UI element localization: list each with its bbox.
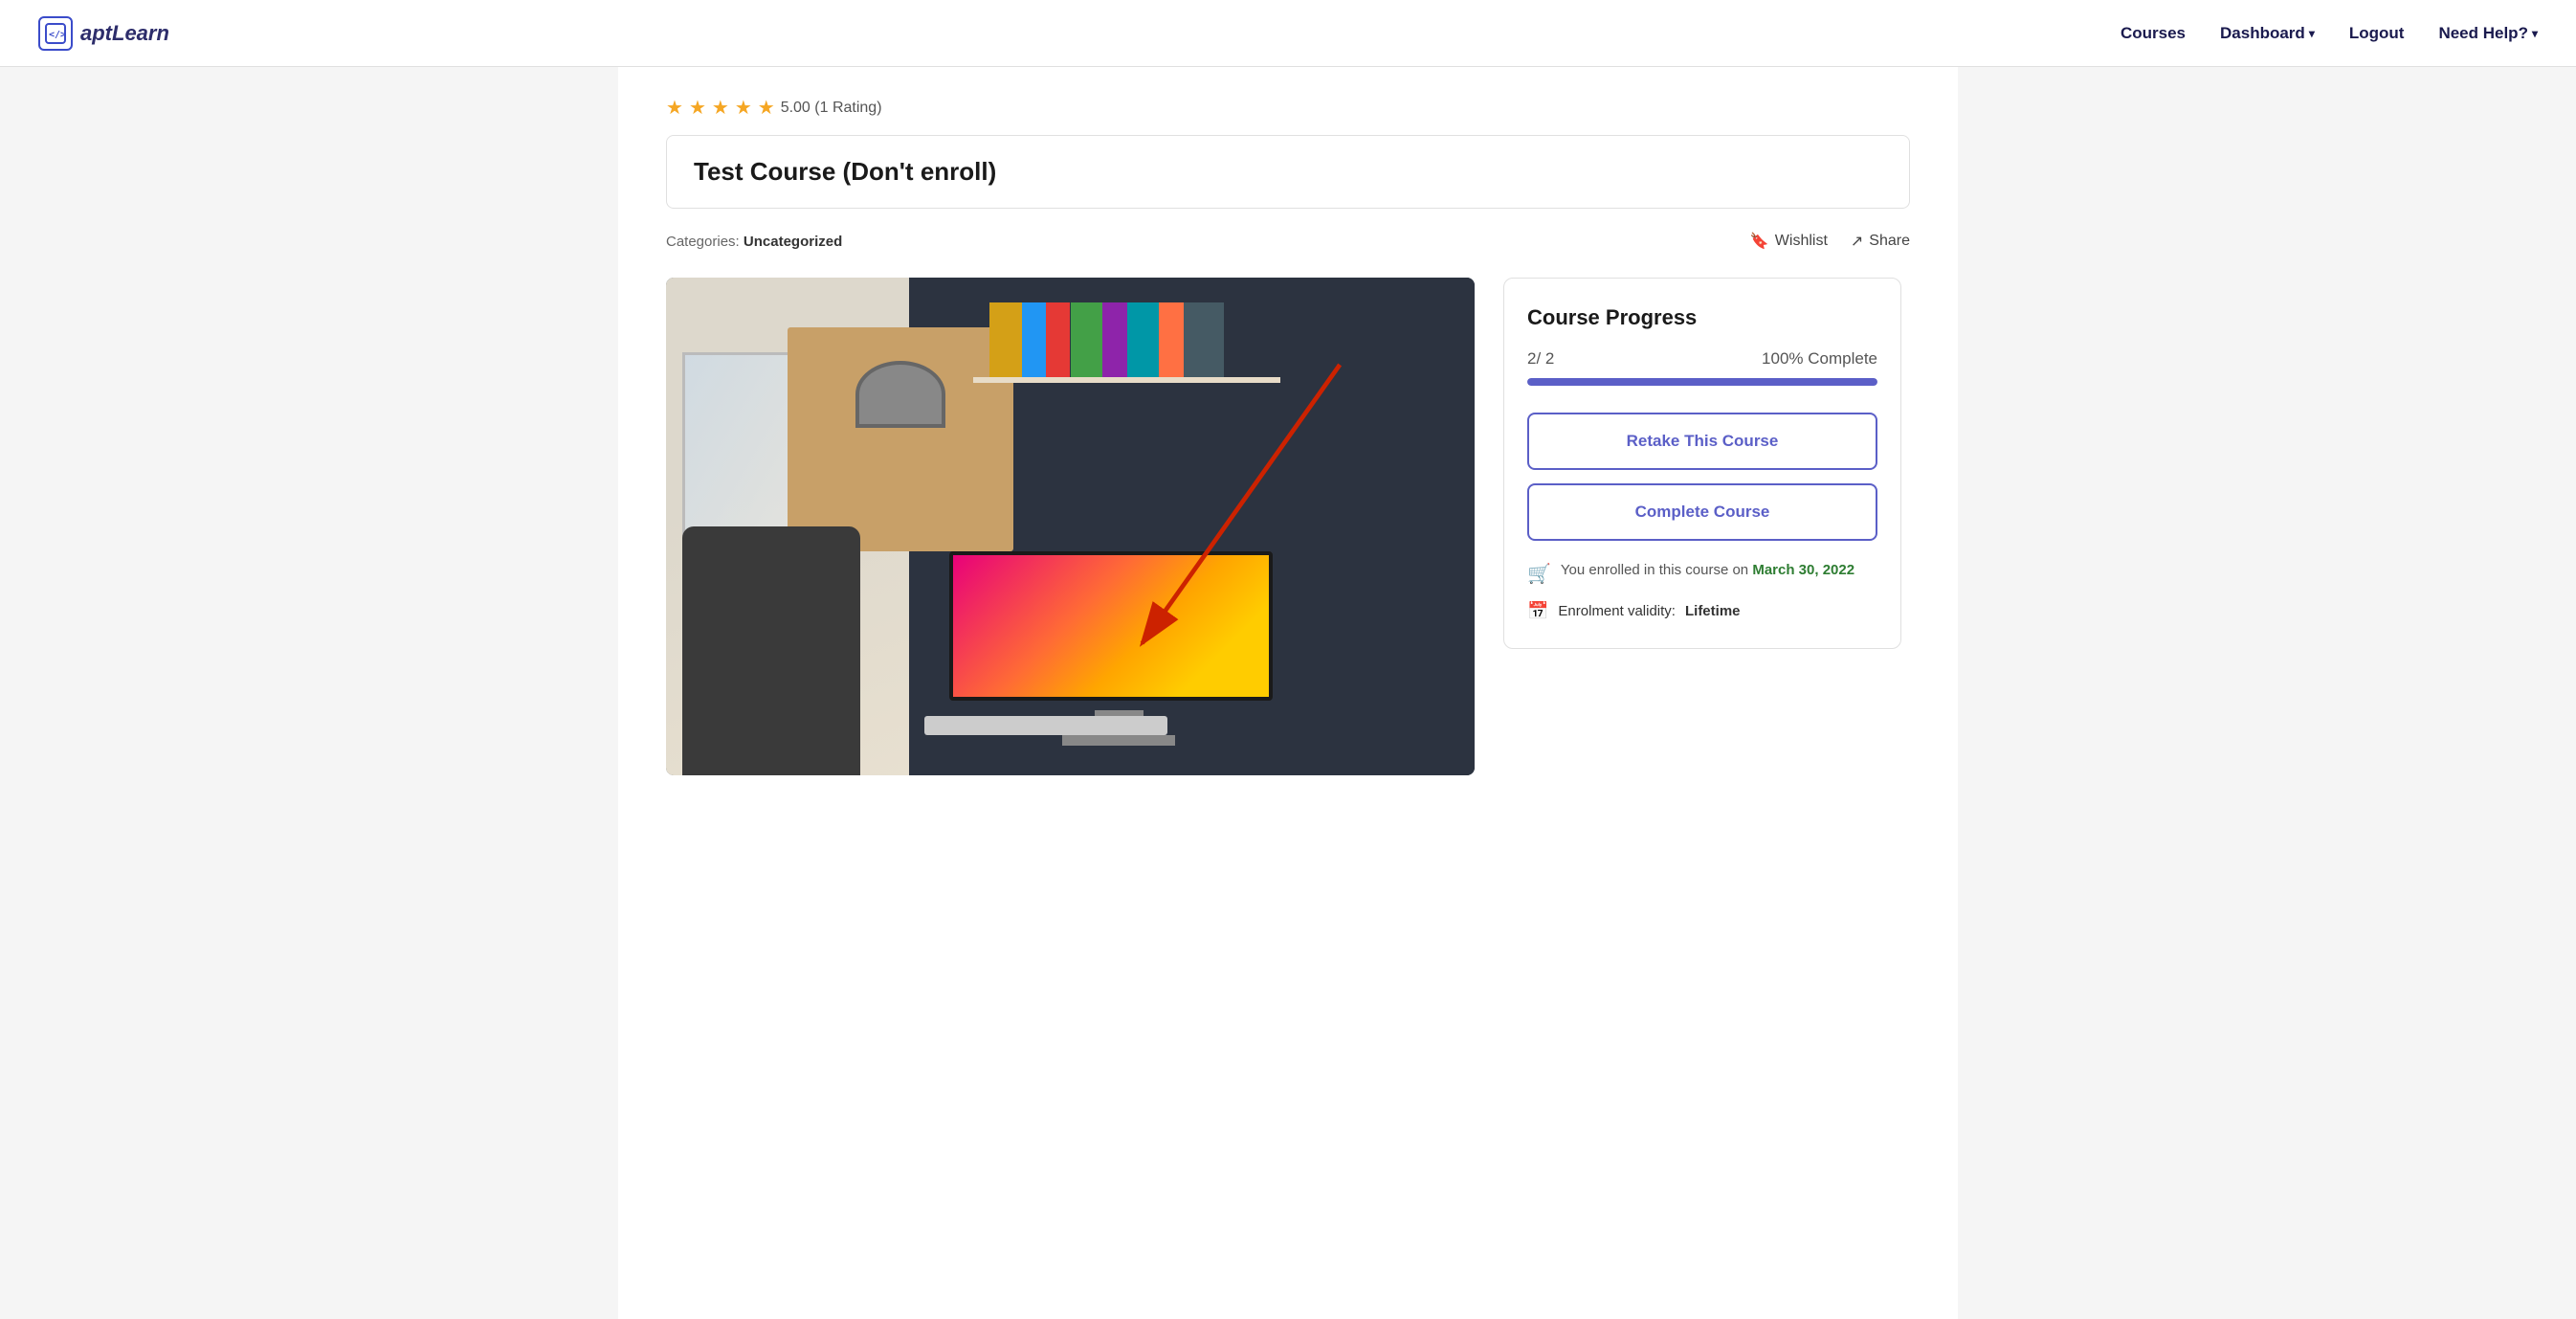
- monitor-base: [1062, 735, 1175, 745]
- star-1-icon: ★: [666, 96, 683, 120]
- need-help-chevron-icon: ▾: [2532, 27, 2538, 40]
- category-text: Categories: Uncategorized: [666, 234, 842, 250]
- shelf: [973, 377, 1280, 383]
- validity-info: 📅 Enrolment validity: Lifetime: [1527, 601, 1877, 621]
- nav-courses[interactable]: Courses: [2121, 24, 2186, 43]
- nav-logout[interactable]: Logout: [2349, 24, 2405, 43]
- dashboard-chevron-icon: ▾: [2309, 27, 2315, 40]
- desk-scene: [666, 278, 1475, 775]
- svg-text:</>: </>: [49, 30, 66, 40]
- pegboard: [788, 327, 1014, 551]
- category-value: Uncategorized: [744, 234, 842, 250]
- progress-fraction: 2/ 2: [1527, 349, 1554, 369]
- star-3-icon: ★: [712, 96, 729, 120]
- course-image: [666, 278, 1475, 775]
- main-nav: Courses Dashboard ▾ Logout Need Help? ▾: [2121, 24, 2538, 43]
- enrollment-text: You enrolled in this course on: [1561, 562, 1748, 578]
- bookmark-icon: 🔖: [1750, 232, 1769, 251]
- nav-dashboard[interactable]: Dashboard ▾: [2220, 24, 2315, 43]
- share-icon: ↗: [1851, 232, 1863, 251]
- progress-bar-container: [1527, 378, 1877, 386]
- rating-row: ★ ★ ★ ★ ★ 5.00 (1 Rating): [666, 96, 1910, 120]
- progress-bar-fill: [1527, 378, 1877, 386]
- rating-text: 5.00 (1 Rating): [781, 100, 882, 117]
- complete-course-button[interactable]: Complete Course: [1527, 483, 1877, 541]
- enrollment-info: 🛒 You enrolled in this course on March 3…: [1527, 562, 1877, 586]
- category-row: Categories: Uncategorized 🔖 Wishlist ↗ S…: [666, 232, 1910, 251]
- retake-course-button[interactable]: Retake This Course: [1527, 413, 1877, 470]
- share-button[interactable]: ↗ Share: [1851, 232, 1910, 251]
- star-4-icon: ★: [735, 96, 752, 120]
- validity-label: Enrolment validity:: [1558, 603, 1676, 619]
- wishlist-button[interactable]: 🔖 Wishlist: [1750, 232, 1828, 251]
- course-title-box: Test Course (Don't enroll): [666, 135, 1910, 209]
- progress-stats: 2/ 2 100% Complete: [1527, 349, 1877, 369]
- progress-percent: 100% Complete: [1762, 349, 1877, 369]
- logo-text: aptLearn: [80, 21, 169, 46]
- enrollment-date: March 30, 2022: [1752, 562, 1854, 578]
- star-2-icon: ★: [689, 96, 706, 120]
- logo-icon: </>: [38, 16, 73, 51]
- nav-need-help[interactable]: Need Help? ▾: [2438, 24, 2538, 43]
- page-content: ★ ★ ★ ★ ★ 5.00 (1 Rating) Test Course (D…: [618, 67, 1958, 1319]
- progress-panel-title: Course Progress: [1527, 305, 1877, 330]
- monitor: [949, 551, 1273, 701]
- star-5-icon: ★: [758, 96, 775, 120]
- progress-panel: Course Progress 2/ 2 100% Complete Retak…: [1503, 278, 1901, 649]
- course-main: Course Progress 2/ 2 100% Complete Retak…: [666, 278, 1910, 775]
- action-links: 🔖 Wishlist ↗ Share: [1750, 232, 1910, 251]
- validity-value: Lifetime: [1685, 603, 1741, 619]
- logo[interactable]: </> aptLearn: [38, 16, 169, 51]
- course-title: Test Course (Don't enroll): [694, 157, 1882, 187]
- calendar-icon: 📅: [1527, 601, 1548, 621]
- site-header: </> aptLearn Courses Dashboard ▾ Logout …: [0, 0, 2576, 67]
- cart-icon: 🛒: [1527, 562, 1551, 586]
